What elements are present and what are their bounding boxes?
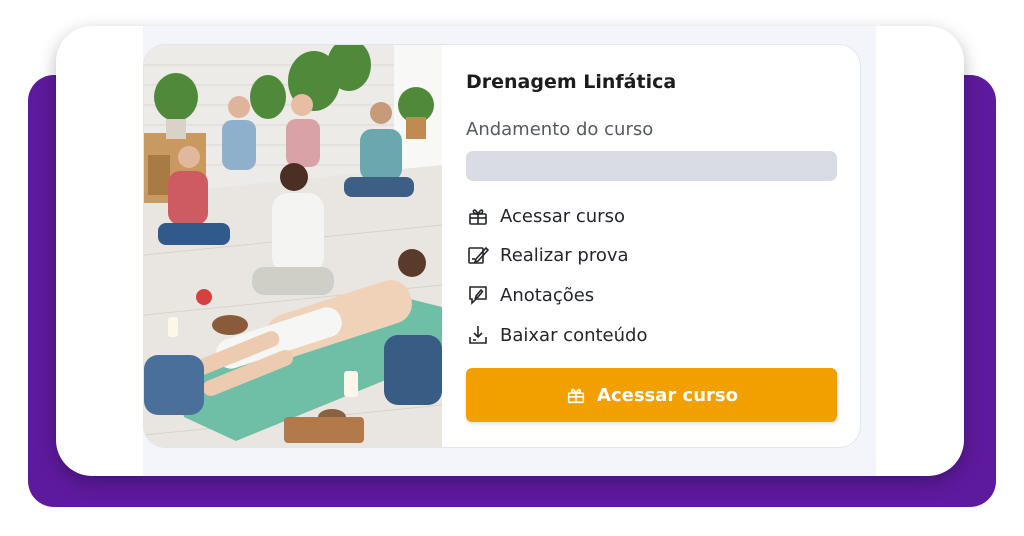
progress-label: Andamento do curso: [466, 119, 654, 140]
exam-pencil-icon: [466, 243, 490, 267]
access-course-link[interactable]: Acessar curso: [466, 203, 625, 229]
download-content-label: Baixar conteúdo: [500, 324, 648, 346]
stage: Drenagem Linfática Andamento do curso Ac…: [0, 0, 1024, 536]
access-course-button-label: Acessar curso: [597, 384, 738, 406]
course-card: Drenagem Linfática Andamento do curso Ac…: [143, 44, 861, 448]
course-title: Drenagem Linfática: [466, 71, 677, 93]
access-course-label: Acessar curso: [500, 205, 625, 227]
gift-box-icon: [565, 384, 587, 406]
notes-link[interactable]: Anotações: [466, 282, 594, 308]
course-thumbnail-illustration: [144, 45, 442, 447]
download-tray-icon: [466, 323, 490, 347]
note-pencil-icon: [466, 283, 490, 307]
course-thumbnail[interactable]: [144, 45, 442, 447]
course-info: Drenagem Linfática Andamento do curso Ac…: [466, 45, 838, 447]
gift-box-icon: [466, 204, 490, 228]
download-content-link[interactable]: Baixar conteúdo: [466, 322, 647, 348]
take-exam-link[interactable]: Realizar prova: [466, 242, 629, 268]
notes-label: Anotações: [500, 284, 595, 306]
progress-bar: [466, 151, 837, 181]
take-exam-label: Realizar prova: [500, 244, 629, 266]
access-course-button[interactable]: Acessar curso: [466, 368, 837, 422]
